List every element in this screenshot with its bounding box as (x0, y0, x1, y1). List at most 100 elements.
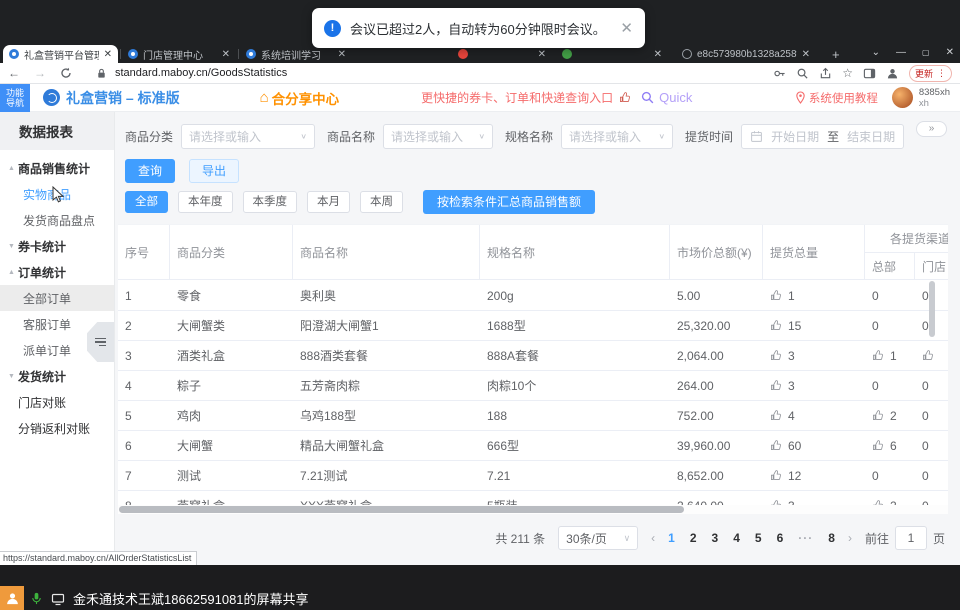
cell-value: 0 (872, 469, 879, 483)
table-cell-hq: 6 (865, 431, 915, 460)
status-link-tooltip: https://standard.maboy.cn/AllOrderStatis… (0, 551, 197, 566)
menu-dots-icon[interactable]: ⋮ (937, 68, 946, 79)
forward-icon[interactable]: → (34, 66, 46, 80)
date-end-placeholder[interactable]: 结束日期 (847, 128, 895, 145)
sidebar-item-商品销售统计[interactable]: ▲商品销售统计 (0, 155, 114, 181)
mouse-cursor (52, 186, 66, 204)
table-cell: 888A套餐 (480, 341, 670, 370)
update-button[interactable]: 更新 ⋮ (909, 65, 952, 82)
category-select[interactable]: 请选择或输入 ∨ (181, 124, 315, 149)
hand-pickup-icon (770, 349, 783, 362)
hand-pointer-icon (619, 91, 632, 104)
user-avatar[interactable] (892, 87, 913, 108)
calendar-icon (750, 130, 763, 143)
tab-close-icon[interactable]: ✕ (538, 49, 546, 60)
cell-value: 1 (890, 349, 897, 363)
range-tab-本年度[interactable]: 本年度 (178, 191, 233, 213)
sidebar-item-全部订单[interactable]: 全部订单 (0, 285, 114, 311)
sidebar-item-订单统计[interactable]: ▲订单统计 (0, 259, 114, 285)
screen-share-icon[interactable] (51, 592, 65, 606)
padlock-icon[interactable] (96, 68, 107, 79)
window-minimize-button[interactable]: — (896, 44, 906, 62)
page-button-4[interactable]: 4 (733, 531, 740, 545)
table-cell: 752.00 (670, 401, 763, 430)
sidebar-item-label: 门店对账 (18, 394, 66, 411)
tree-arrow-icon: ▼ (5, 243, 18, 250)
expand-filters-button[interactable]: » (916, 121, 947, 137)
table-cell: 5.00 (670, 281, 763, 310)
table-cell-pickup_total: 1 (763, 281, 865, 310)
page-button-3[interactable]: 3 (712, 531, 719, 545)
tab-close-icon[interactable]: ✕ (802, 49, 810, 60)
page-button-2[interactable]: 2 (690, 531, 697, 545)
page-size-select[interactable]: 30条/页 ∨ (558, 526, 638, 550)
page-button-6[interactable]: 6 (777, 531, 784, 545)
table-cell: 鸡肉 (170, 401, 293, 430)
table-horizontal-scrollbar[interactable] (118, 505, 948, 514)
tutorial-link[interactable]: 系统使用教程 (795, 90, 878, 106)
spec-select[interactable]: 请选择或输入 ∨ (561, 124, 673, 149)
sidebar-item-门店对账[interactable]: 门店对账 (0, 389, 114, 415)
table-cell: 乌鸡188型 (293, 401, 480, 430)
table-cell: 888酒类套餐 (293, 341, 480, 370)
bookmark-star-icon[interactable]: ☆ (842, 66, 853, 80)
export-button[interactable]: 导出 (189, 159, 239, 183)
sidebar-item-发货商品盘点[interactable]: 发货商品盘点 (0, 207, 114, 233)
date-range-input[interactable]: 开始日期 至 结束日期 (741, 124, 904, 149)
browser-tab[interactable]: 门店管理中心✕ (122, 45, 236, 63)
sidebar-item-分销返利对账[interactable]: 分销返利对账 (0, 415, 114, 441)
url-text[interactable]: standard.maboy.cn/GoodsStatistics (115, 67, 287, 79)
table-header: 序号 商品分类 商品名称 规格名称 市场价总额(¥) 提货总量 各提货渠道 总部… (118, 224, 948, 280)
table-cell: 7 (118, 461, 170, 490)
page-button-8[interactable]: 8 (828, 531, 835, 545)
profile-icon[interactable] (886, 67, 899, 80)
query-button[interactable]: 查询 (125, 159, 175, 183)
sidebar-item-发货统计[interactable]: ▼发货统计 (0, 363, 114, 389)
product-name-select[interactable]: 请选择或输入 ∨ (383, 124, 493, 149)
browser-tab[interactable]: 礼盒营销平台管理中心✕ (3, 45, 118, 63)
range-tab-本周[interactable]: 本周 (360, 191, 403, 213)
side-panel-icon[interactable] (863, 67, 876, 80)
location-pin-icon (795, 91, 806, 104)
zoom-icon[interactable] (796, 67, 809, 80)
microphone-icon[interactable] (30, 592, 43, 605)
quick-search-link[interactable]: Quick (640, 90, 692, 105)
key-icon[interactable] (773, 67, 786, 80)
next-page-button[interactable]: › (848, 531, 852, 545)
page-button-5[interactable]: 5 (755, 531, 762, 545)
participant-icon[interactable] (0, 586, 24, 610)
prev-page-button[interactable]: ‹ (651, 531, 655, 545)
range-tab-本季度[interactable]: 本季度 (243, 191, 298, 213)
goto-page-input[interactable] (895, 526, 927, 550)
cell-value: 6 (890, 439, 897, 453)
send-icon[interactable] (819, 67, 832, 80)
reload-icon[interactable] (60, 67, 72, 79)
goto-page: 前往 页 (865, 526, 945, 550)
date-start-placeholder[interactable]: 开始日期 (771, 128, 819, 145)
table-vertical-scrollbar[interactable] (929, 281, 935, 505)
summary-button[interactable]: 按检索条件汇总商品销售额 (423, 190, 595, 214)
new-tab-button[interactable]: + (826, 45, 846, 63)
table-cell: 7.21 (480, 461, 670, 490)
table-cell-pickup_total: 60 (763, 431, 865, 460)
tab-close-icon[interactable]: ✕ (338, 49, 346, 60)
range-tab-全部[interactable]: 全部 (125, 191, 168, 213)
tab-search-chevron-icon[interactable]: ⌄ (872, 44, 880, 62)
tab-close-icon[interactable]: ✕ (222, 49, 230, 60)
browser-tab[interactable]: e8c573980b1328a258fd2e6f8✕ (676, 45, 816, 63)
chevron-down-icon: ∨ (624, 533, 631, 544)
back-icon[interactable]: ← (8, 66, 20, 80)
share-center-link[interactable]: ⌂ 合分享中心 (260, 88, 340, 108)
sidebar-item-券卡统计[interactable]: ▼券卡统计 (0, 233, 114, 259)
tab-close-icon[interactable]: ✕ (654, 49, 662, 60)
page-button-1[interactable]: 1 (668, 531, 675, 545)
cell-value: 0 (922, 469, 929, 483)
window-maximize-button[interactable]: ▢ (922, 44, 930, 62)
toast-close-icon[interactable]: ✕ (620, 19, 633, 37)
range-tab-本月[interactable]: 本月 (307, 191, 350, 213)
nav-toggle-button[interactable]: 功能 导航 (0, 84, 30, 112)
sidebar: 数据报表 ▲商品销售统计实物商品发货商品盘点▼券卡统计▲订单统计全部订单客服订单… (0, 112, 115, 565)
window-close-button[interactable]: ✕ (946, 44, 954, 62)
tab-close-icon[interactable]: ✕ (104, 49, 112, 60)
table-row: 3酒类礼盒888酒类套餐888A套餐2,064.0031 (118, 341, 948, 371)
